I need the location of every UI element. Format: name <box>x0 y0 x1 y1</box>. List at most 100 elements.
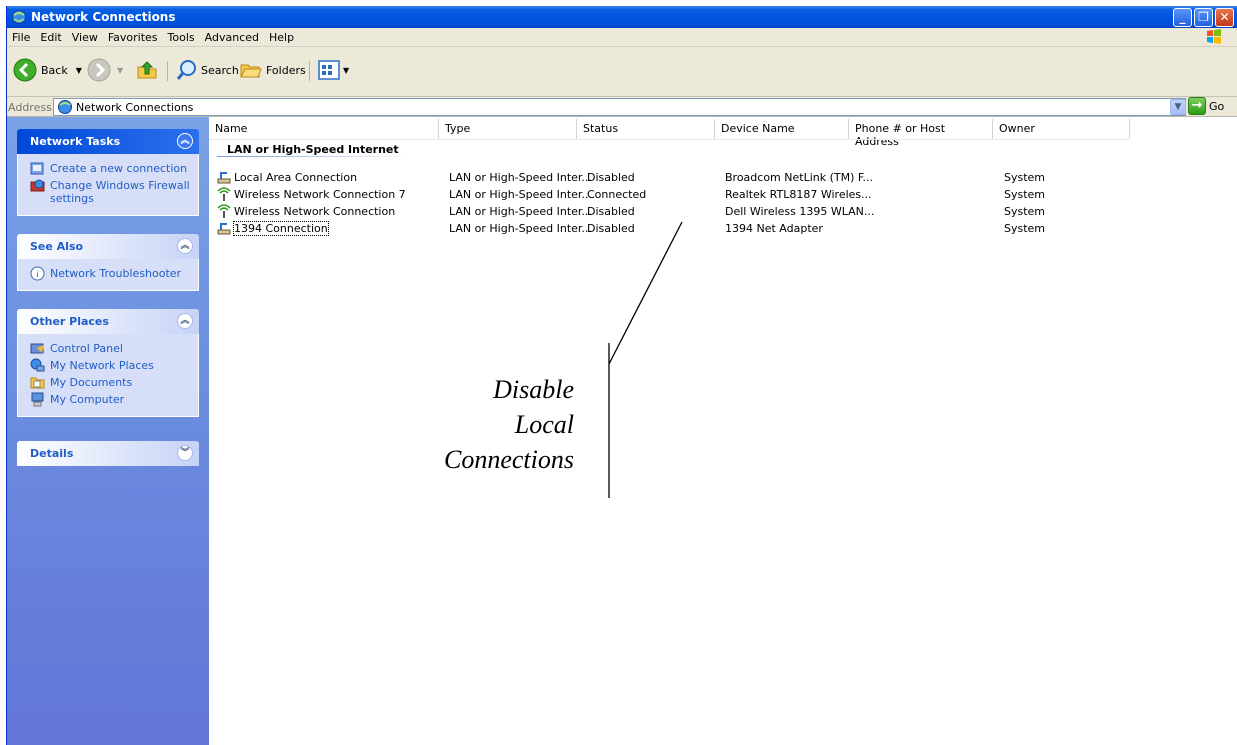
control-panel-icon <box>30 343 44 354</box>
change-firewall-settings-link[interactable]: Change Windows Firewall settings <box>30 177 198 207</box>
control-panel-link[interactable]: Control Panel <box>30 340 198 357</box>
back-dropdown-icon[interactable]: ▼ <box>76 66 82 75</box>
go-button[interactable]: → Go <box>1188 97 1224 115</box>
back-arrow-icon <box>13 58 37 82</box>
other-places-body: Control Panel My Network Places My Docum… <box>17 334 199 417</box>
forward-dropdown-icon[interactable]: ▼ <box>117 66 123 75</box>
go-arrow-icon: → <box>1188 97 1206 115</box>
forward-arrow-icon <box>87 58 111 82</box>
row-device: Realtek RTL8187 Wireles... <box>725 188 872 201</box>
menu-edit[interactable]: Edit <box>35 28 66 44</box>
menu-favorites[interactable]: Favorites <box>103 28 163 44</box>
menu-help[interactable]: Help <box>264 28 299 44</box>
row-owner: System <box>1004 205 1046 218</box>
menu-tools[interactable]: Tools <box>163 28 200 44</box>
menu-file[interactable]: File <box>7 28 35 44</box>
address-label: Address <box>8 101 52 114</box>
see-also-header[interactable]: See Also ︽ <box>17 234 199 259</box>
table-row[interactable]: Local Area Connection LAN or High-Speed … <box>209 169 1109 186</box>
details-title: Details <box>30 447 74 460</box>
row-device: Dell Wireless 1395 WLAN... <box>725 205 875 218</box>
see-also-title: See Also <box>30 240 84 253</box>
maximize-button[interactable]: ❐ <box>1194 8 1213 27</box>
column-header-device-name[interactable]: Device Name <box>715 119 849 139</box>
my-documents-link[interactable]: My Documents <box>30 374 198 391</box>
row-type: LAN or High-Speed Inter... <box>449 205 592 218</box>
network-connections-icon <box>12 10 26 24</box>
new-connection-icon <box>30 162 44 175</box>
close-button[interactable]: ✕ <box>1215 8 1234 27</box>
column-header-phone[interactable]: Phone # or Host Address <box>849 119 993 148</box>
collapse-icon[interactable]: ︽ <box>177 238 193 254</box>
go-label: Go <box>1209 99 1225 113</box>
search-label: Search <box>201 63 239 77</box>
network-tasks-title: Network Tasks <box>30 135 121 148</box>
row-status: Disabled <box>587 222 635 235</box>
column-header-name[interactable]: Name <box>209 119 439 139</box>
network-tasks-header[interactable]: Network Tasks ︽ <box>17 129 199 154</box>
views-button[interactable]: ▼ <box>317 57 349 83</box>
table-row[interactable]: Wireless Network Connection LAN or High-… <box>209 203 1109 220</box>
my-computer-icon <box>31 392 44 407</box>
connections-list: Name Type Status Device Name Phone # or … <box>209 117 1237 745</box>
change-firewall-settings-label: Change Windows Firewall settings <box>50 179 190 205</box>
details-header[interactable]: Details ︾ <box>17 441 199 466</box>
expand-icon[interactable]: ︾ <box>177 445 193 461</box>
search-icon <box>176 60 196 80</box>
title-bar[interactable]: Network Connections _ ❐ ✕ <box>7 6 1237 28</box>
row-owner: System <box>1004 222 1046 235</box>
row-status: Disabled <box>587 171 635 184</box>
other-places-header[interactable]: Other Places ︽ <box>17 309 199 334</box>
network-tasks-panel: Network Tasks ︽ Create a new connection <box>17 129 199 216</box>
collapse-icon[interactable]: ︽ <box>177 133 193 149</box>
other-places-panel: Other Places ︽ Control Panel My Network … <box>17 309 199 417</box>
table-row[interactable]: 1394 Connection LAN or High-Speed Inter.… <box>209 220 1109 237</box>
wireless-icon <box>217 187 231 201</box>
menu-view[interactable]: View <box>67 28 103 44</box>
views-icon <box>318 60 340 80</box>
menu-bar: File Edit View Favorites Tools Advanced Help <box>7 28 1237 47</box>
other-places-title: Other Places <box>30 315 109 328</box>
address-dropdown-button[interactable]: ▼ <box>1170 99 1186 115</box>
row-device: 1394 Net Adapter <box>725 222 823 235</box>
info-icon: i <box>30 266 45 281</box>
folders-button[interactable]: Folders <box>239 57 306 83</box>
search-button[interactable]: Search <box>175 57 239 83</box>
back-button[interactable]: Back ▼ <box>13 57 82 83</box>
minimize-button[interactable]: _ <box>1173 8 1192 27</box>
menu-advanced[interactable]: Advanced <box>200 28 264 44</box>
forward-button[interactable]: ▼ <box>87 57 123 83</box>
network-troubleshooter-label: Network Troubleshooter <box>50 267 182 280</box>
address-input[interactable]: Network Connections <box>53 98 1186 116</box>
row-type: LAN or High-Speed Inter... <box>449 188 592 201</box>
row-name: Wireless Network Connection <box>234 205 396 218</box>
network-tasks-body: Create a new connection Change Windows F… <box>17 154 199 216</box>
row-owner: System <box>1004 171 1046 184</box>
address-bar: Address Network Connections <box>7 97 1237 117</box>
row-name: Wireless Network Connection 7 <box>234 188 406 201</box>
column-header-status[interactable]: Status <box>577 119 715 139</box>
network-connections-icon <box>58 100 72 114</box>
folders-icon <box>240 64 262 78</box>
column-header-type[interactable]: Type <box>439 119 577 139</box>
row-owner: System <box>1004 188 1046 201</box>
address-value: Network Connections <box>76 101 194 114</box>
create-new-connection-link[interactable]: Create a new connection <box>30 160 198 177</box>
collapse-icon[interactable]: ︽ <box>177 313 193 329</box>
my-computer-link[interactable]: My Computer <box>30 391 198 408</box>
chevron-down-icon: ▼ <box>1174 102 1182 112</box>
task-pane: Network Tasks ︽ Create a new connection <box>7 117 209 745</box>
up-folder-button[interactable] <box>135 57 159 83</box>
my-network-places-link[interactable]: My Network Places <box>30 357 198 374</box>
table-row[interactable]: Wireless Network Connection 7 LAN or Hig… <box>209 186 1109 203</box>
column-header-owner[interactable]: Owner <box>993 119 1130 139</box>
row-status: Connected <box>587 188 647 201</box>
views-dropdown-icon[interactable]: ▼ <box>343 66 349 75</box>
network-troubleshooter-link[interactable]: i Network Troubleshooter <box>30 265 198 282</box>
my-computer-label: My Computer <box>50 393 125 406</box>
my-documents-icon <box>30 377 45 389</box>
row-device: Broadcom NetLink (TM) F... <box>725 171 873 184</box>
row-name: 1394 Connection <box>233 221 329 236</box>
close-icon: ✕ <box>1219 10 1230 24</box>
my-documents-label: My Documents <box>50 376 133 389</box>
